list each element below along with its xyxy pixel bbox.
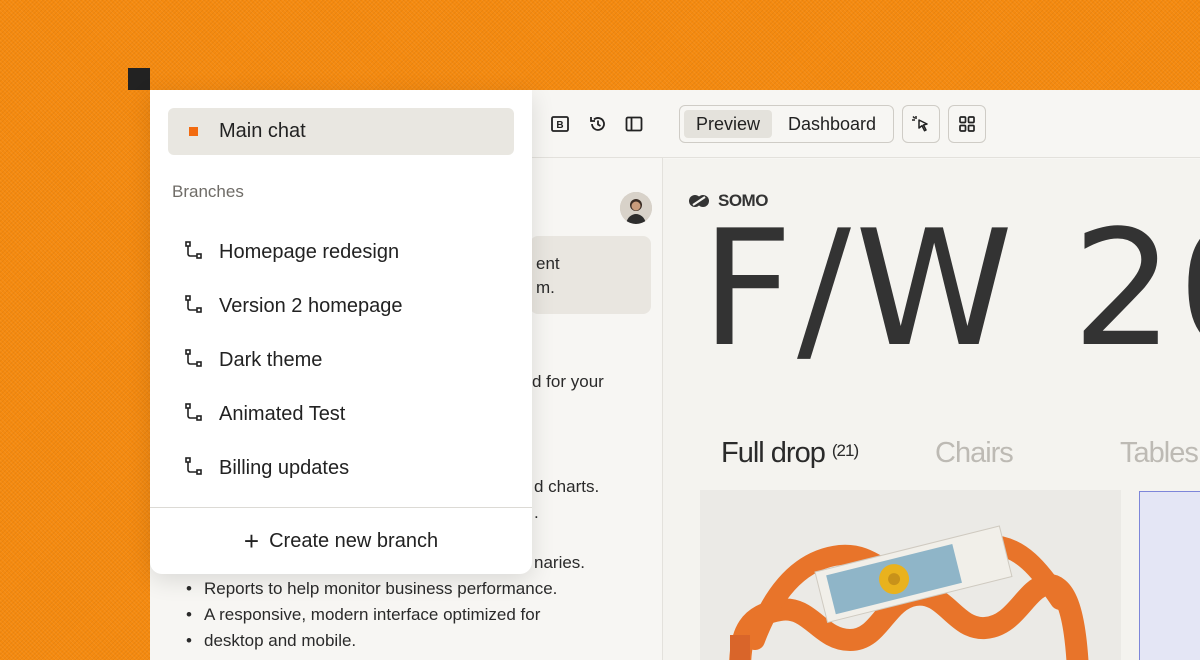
message-text: d charts.: [534, 477, 600, 496]
message-text: d for your: [532, 372, 604, 391]
list-item: Reports to help monitor business perform…: [184, 576, 644, 602]
branch-item-version-2-homepage[interactable]: Version 2 homepage: [168, 284, 514, 328]
create-branch-label: Create new branch: [269, 529, 439, 552]
hero-heading: F/W 20: [701, 195, 1200, 382]
tab-dashboard[interactable]: Dashboard: [776, 110, 888, 138]
branch-label: Homepage redesign: [219, 241, 400, 263]
bubble-line: m.: [536, 278, 555, 297]
branch-icon: [185, 295, 202, 313]
active-indicator: [189, 127, 198, 136]
list-item: desktop and mobile.: [184, 628, 644, 654]
tab-chairs[interactable]: Chairs: [935, 437, 1014, 470]
tab-full-drop[interactable]: Full drop (21): [721, 437, 859, 470]
branch-item-homepage-redesign[interactable]: Homepage redesign: [168, 230, 514, 274]
message-text: .: [534, 503, 539, 522]
tab-count: (21): [831, 441, 859, 460]
branches-heading: Branches: [172, 182, 244, 201]
feature-list: Reports to help monitor business perform…: [184, 576, 644, 654]
product-image: [729, 525, 1089, 660]
product-card-selected[interactable]: [1139, 491, 1200, 660]
branch-item-animated-test[interactable]: Animated Test: [168, 392, 514, 436]
plus-icon: +: [243, 526, 260, 556]
tab-label: Full drop: [721, 437, 826, 469]
branch-icon: [185, 403, 202, 421]
branch-icon: [185, 241, 202, 259]
svg-text:B: B: [556, 120, 563, 131]
branch-icon: [185, 457, 202, 475]
branch-item-dark-theme[interactable]: Dark theme: [168, 338, 514, 382]
tab-tables[interactable]: Tables: [1120, 437, 1199, 470]
branch-label: Version 2 homepage: [219, 295, 403, 317]
list-item: A responsive, modern interface optimized…: [184, 602, 644, 628]
select-cursor-icon[interactable]: [902, 105, 940, 143]
bubble-line: ent: [536, 254, 560, 273]
tab-preview[interactable]: Preview: [684, 110, 772, 138]
branch-icon: [185, 349, 202, 367]
branch-label: Dark theme: [219, 349, 323, 371]
branch-label: Animated Test: [219, 403, 346, 425]
message-text: naries.: [534, 553, 586, 572]
history-icon[interactable]: [586, 112, 610, 136]
main-chat-label: Main chat: [219, 120, 306, 142]
grid-icon[interactable]: [948, 105, 986, 143]
branch-menu: Main chat Branches Homepage redesign Ver…: [150, 90, 532, 574]
corner-marker: [128, 68, 150, 90]
branch-item-billing-updates[interactable]: Billing updates: [168, 446, 514, 490]
preview-toolbar: Preview Dashboard: [663, 90, 1200, 158]
user-message-bubble: ent m.: [530, 236, 651, 314]
site-preview: SOMO F/W 20 Full drop (21) Chairs Tables: [663, 159, 1200, 660]
sidebar-toggle-icon[interactable]: [622, 112, 646, 136]
avatar: [620, 192, 652, 224]
branch-label: Billing updates: [219, 457, 350, 479]
main-chat-item[interactable]: Main chat: [168, 108, 514, 155]
book-icon[interactable]: B: [548, 112, 572, 136]
create-branch-button[interactable]: + Create new branch: [150, 508, 532, 574]
product-card[interactable]: [700, 490, 1121, 660]
view-switcher: Preview Dashboard: [679, 105, 894, 143]
